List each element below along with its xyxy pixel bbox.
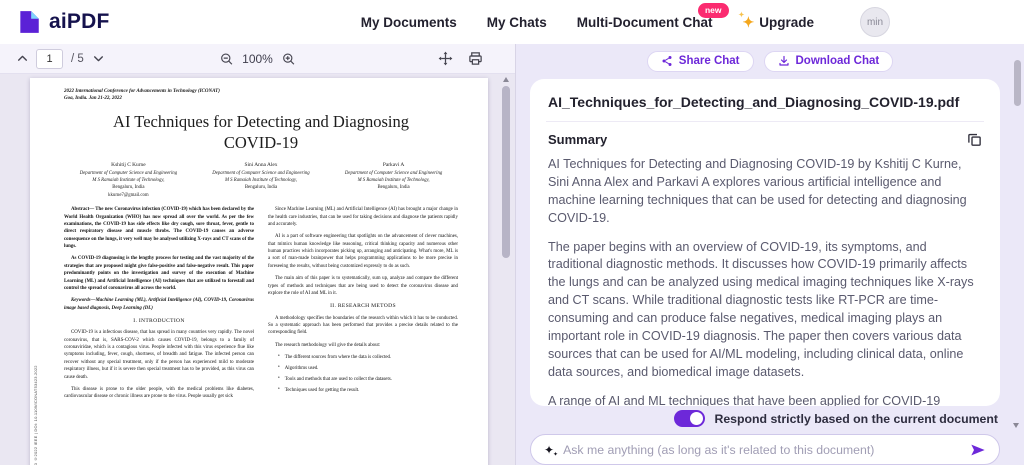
paper-right-column: Since Machine Learning (ML) and Artifici… <box>268 206 458 405</box>
intro-paragraph: COVID-19 is a infectious disease, that h… <box>64 330 254 380</box>
chat-input[interactable] <box>563 442 961 457</box>
author-block: Sini Anna Alex Department of Computer Sc… <box>212 162 310 191</box>
share-icon <box>661 55 673 67</box>
keywords-paragraph: Keywords—Machine Learning (ML), Artifici… <box>64 298 254 311</box>
ai-sparkle-icon: ✦ ✦ <box>544 442 559 458</box>
pdf-scrollbar-thumb[interactable] <box>501 86 510 258</box>
pdf-toolbar: / 5 100% <box>0 44 515 74</box>
new-badge: new <box>697 2 729 18</box>
summary-card: AI_Techniques_for_Detecting_and_Diagnosi… <box>530 79 1000 407</box>
share-chat-label: Share Chat <box>678 55 740 67</box>
zoom-level-label: 100% <box>242 51 273 66</box>
paper-left-column: Abstract— The new Coronavirus infection … <box>64 206 254 405</box>
nav-multi-document-chat[interactable]: Multi-Document Chat new <box>576 2 729 30</box>
pdf-document-icon <box>16 9 42 35</box>
pdf-viewer-panel: / 5 100% <box>0 44 516 465</box>
user-avatar[interactable]: min <box>860 7 890 37</box>
top-navbar: aiPDF My Documents My Chats Multi-Docume… <box>0 0 1024 44</box>
nav-upgrade[interactable]: ✦ ✦ Upgrade <box>738 12 815 30</box>
nav-my-documents[interactable]: My Documents <box>361 15 457 30</box>
summary-heading: Summary <box>548 132 608 147</box>
pdf-page-content: 2022 International Conference for Advanc… <box>30 78 488 406</box>
toggle-knob <box>690 412 704 426</box>
download-chat-button[interactable]: Download Chat <box>763 51 894 72</box>
bullet-item: • The different sources from where the da… <box>278 354 392 361</box>
section-heading-research-methods: II. RESEARCH METODS <box>330 303 396 310</box>
body-paragraph: Since Machine Learning (ML) and Artifici… <box>268 207 458 228</box>
bullet-item: • Techniques used for getting the result. <box>278 386 360 393</box>
section-heading-introduction: I. INTRODUCTION <box>133 317 185 324</box>
divider <box>546 121 984 122</box>
scrollbar-down-arrow-icon[interactable] <box>1013 423 1019 428</box>
nav-upgrade-label: Upgrade <box>759 14 814 30</box>
body-paragraph: The main aim of this paper is to systema… <box>268 276 458 296</box>
zoom-in-icon[interactable] <box>282 52 296 66</box>
nav-multi-document-chat-label: Multi-Document Chat <box>576 14 713 30</box>
pan-tool-icon[interactable] <box>438 51 453 66</box>
chat-scrollbar-thumb[interactable] <box>1013 60 1021 106</box>
zoom-out-icon[interactable] <box>219 52 233 66</box>
zoom-controls: 100% <box>219 52 296 66</box>
send-button[interactable] <box>970 443 986 457</box>
abstract-paragraph: As COVID-19 diagnosing is the lengthy pr… <box>64 256 254 291</box>
share-chat-button[interactable]: Share Chat <box>646 51 754 72</box>
methods-paragraph: The research methodology will give the d… <box>275 342 381 348</box>
download-chat-label: Download Chat <box>795 55 880 67</box>
app-logo[interactable]: aiPDF <box>16 9 110 35</box>
chat-panel: Share Chat Download Chat AI_Techniques_f… <box>516 44 1024 465</box>
conference-header-line2: Goa, India. Jan 21-22, 2022 <box>64 96 122 101</box>
strict-mode-toggle[interactable] <box>674 410 706 428</box>
logo-text: aiPDF <box>49 10 110 33</box>
abstract-paragraph: Abstract— The new Coronavirus infection … <box>64 207 254 250</box>
main-content: / 5 100% <box>0 44 1024 465</box>
nav-my-chats[interactable]: My Chats <box>487 15 547 30</box>
body-paragraph: AI is a part of software engineering tha… <box>268 234 458 269</box>
paper-title: AI Techniques for Detecting and Diagnosi… <box>113 112 409 152</box>
summary-paragraph: AI Techniques for Detecting and Diagnosi… <box>548 157 967 225</box>
page-total-label: / 5 <box>71 52 84 65</box>
document-title: AI_Techniques_for_Detecting_and_Diagnosi… <box>548 94 960 110</box>
paper-authors: Kshitij C Kurne Department of Computer S… <box>66 161 456 199</box>
summary-paragraph: A range of AI and ML techniques that hav… <box>548 393 941 407</box>
methods-paragraph: A methodology specifies the boundaries o… <box>268 315 458 336</box>
pdf-page: 2022 International Conference for Advanc… <box>30 78 488 465</box>
page-down-icon[interactable] <box>92 52 105 65</box>
pdf-scroll-area[interactable]: 2022 International Conference for Advanc… <box>0 74 515 465</box>
sparkle-icon: ✦ ✦ <box>738 12 755 30</box>
author-block: Parkavi A Department of Computer Science… <box>344 162 443 191</box>
strict-mode-row: Respond strictly based on the current do… <box>516 410 998 428</box>
intro-paragraph: This disease is prone to the older peopl… <box>64 386 254 400</box>
summary-header: Summary <box>548 132 982 147</box>
main-nav: My Documents My Chats Multi-Document Cha… <box>361 2 1024 37</box>
scrollbar-up-arrow-icon[interactable] <box>502 77 509 82</box>
chat-scrollbar[interactable] <box>1012 46 1022 465</box>
download-icon <box>778 55 790 67</box>
copy-icon[interactable] <box>967 132 982 147</box>
chat-actions: Share Chat Download Chat <box>516 51 1024 72</box>
paper-columns: Abstract— The new Coronavirus infection … <box>64 206 458 405</box>
author-block: Kshitij C Kurne Department of Computer S… <box>79 162 178 198</box>
pdf-scrollbar[interactable] <box>500 74 511 465</box>
conference-header-line1: 2022 International Conference for Advanc… <box>64 89 220 94</box>
chat-input-bar: ✦ ✦ <box>530 434 1000 465</box>
bullet-item: • Algorithms used. <box>278 364 319 371</box>
bullet-item: • Tools and methods that are used to coll… <box>278 375 392 382</box>
toolbar-right-icons <box>438 51 483 66</box>
print-icon[interactable] <box>468 51 483 66</box>
page-number-input[interactable] <box>36 48 63 69</box>
pdf-sidebar-copyright-text: 2022 International Conference for Advanc… <box>33 208 41 465</box>
summary-paragraph: The paper begins with an overview of COV… <box>548 239 974 379</box>
page-up-icon[interactable] <box>16 52 29 65</box>
strict-mode-label: Respond strictly based on the current do… <box>714 411 998 426</box>
